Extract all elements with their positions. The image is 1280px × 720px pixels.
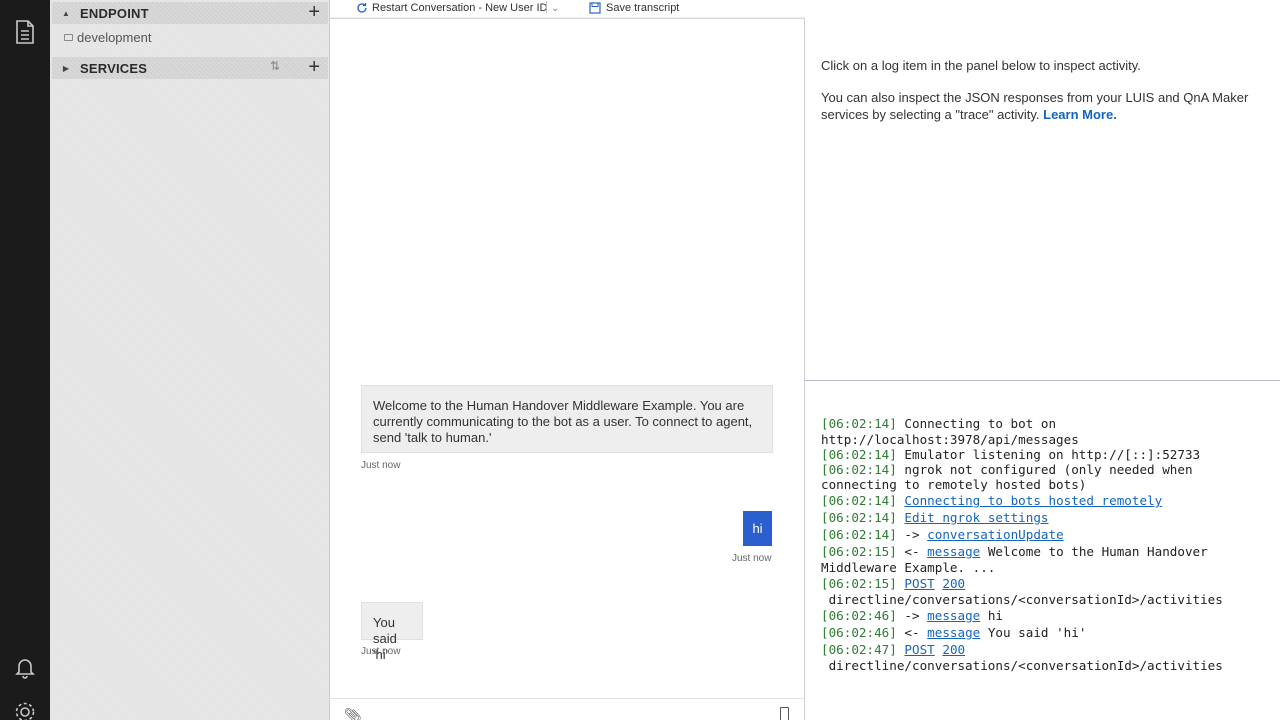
log-time: [06:02:14] [821, 447, 897, 462]
endpoint-item-label: development [77, 30, 152, 45]
toolbar-divider [546, 1, 547, 13]
log-entry[interactable]: [06:02:14] Emulator listening on http://… [821, 447, 1200, 463]
log-entry[interactable]: [06:02:14] Connecting to bots hosted rem… [821, 493, 1162, 509]
send-icon[interactable] [780, 707, 789, 720]
endpoint-section-header[interactable]: ▲ ENDPOINT + [52, 1, 328, 24]
log-text: Welcome to the Human Handover [980, 544, 1208, 559]
log-time: [06:02:46] [821, 625, 897, 640]
message-link[interactable]: message [927, 625, 980, 640]
welcome-timestamp: Just now [361, 460, 401, 471]
chat-panel: Welcome to the Human Handover Middleware… [330, 18, 805, 720]
log-text: You said 'hi' [980, 625, 1087, 640]
log-text: Connecting to bot on [896, 416, 1057, 431]
log-arrow: -> [896, 527, 928, 542]
emulator-window: ▲ ENDPOINT + development ▶ SERVICES ⇅ + … [0, 0, 1280, 720]
caret-down-icon: ▲ [62, 8, 70, 18]
sort-icon[interactable]: ⇅ [270, 59, 280, 73]
log-entry[interactable]: [06:02:14] ngrok not configured (only ne… [821, 462, 1193, 478]
caret-right-icon: ▶ [62, 63, 70, 73]
save-transcript-label: Save transcript [606, 2, 680, 14]
log-time: [06:02:15] [821, 576, 897, 591]
inspector-panel: Click on a log item in the panel below t… [806, 18, 1280, 380]
log-entry-cont: Middleware Example. ... [821, 560, 995, 576]
conversation-toolbar: Restart Conversation - New User ID ⌄ Sav… [330, 0, 805, 18]
gear-icon[interactable] [13, 700, 37, 720]
log-time: [06:02:14] [821, 510, 897, 525]
post-method-link[interactable]: POST [904, 576, 934, 591]
status-code-link[interactable]: 200 [942, 642, 965, 657]
log-entry-cont: directline/conversations/<conversationId… [821, 658, 1223, 674]
save-transcript-button[interactable]: Save transcript [589, 0, 679, 16]
log-time: [06:02:47] [821, 642, 897, 657]
log-text: directline/conversations/<conversationId… [821, 658, 1223, 673]
explorer-sidebar: ▲ ENDPOINT + development ▶ SERVICES ⇅ + [50, 0, 330, 720]
add-service-button[interactable]: + [308, 56, 320, 78]
log-arrow: -> [896, 608, 928, 623]
user-message: hi [743, 511, 772, 546]
log-text: connecting to remotely hosted bots) [821, 477, 1087, 492]
add-endpoint-button[interactable]: + [308, 1, 320, 23]
user-timestamp: Just now [732, 553, 772, 564]
log-text: Emulator listening on http://[::]:52733 [896, 447, 1201, 462]
log-text: directline/conversations/<conversationId… [821, 592, 1223, 607]
restart-icon [357, 3, 367, 13]
services-section-header[interactable]: ▶ SERVICES ⇅ + [52, 56, 328, 79]
log-arrow: <- [896, 625, 928, 640]
inspector-json-hint-text: You can also inspect the JSON responses … [821, 90, 1249, 122]
echo-timestamp: Just now [361, 646, 401, 657]
inspector-json-hint: You can also inspect the JSON responses … [821, 89, 1261, 123]
endpoint-section-title: ENDPOINT [80, 5, 149, 21]
restart-conversation-label: Restart Conversation - New User ID [372, 2, 548, 14]
conversation-update-link[interactable]: conversationUpdate [927, 527, 1063, 542]
edit-ngrok-settings-link[interactable]: Edit ngrok settings [904, 510, 1048, 525]
save-icon [589, 2, 601, 14]
log-arrow: <- [896, 544, 928, 559]
chat-input-bar[interactable]: 📎︎ [330, 698, 804, 720]
bot-echo-message: You said 'hi' [361, 602, 423, 662]
post-method-link[interactable]: POST [904, 642, 934, 657]
log-time: [06:02:46] [821, 608, 897, 623]
message-link[interactable]: message [927, 608, 980, 623]
log-panel: [06:02:14] Connecting to bot on http://l… [806, 381, 1280, 720]
learn-more-link[interactable]: Learn More. [1043, 107, 1117, 122]
log-text: ngrok not configured (only needed when [896, 462, 1193, 477]
connect-remote-bots-link[interactable]: Connecting to bots hosted remotely [904, 493, 1162, 508]
log-time: [06:02:14] [821, 462, 897, 477]
log-entry[interactable]: [06:02:46] -> message hi [821, 608, 1003, 624]
attachment-icon[interactable]: 📎︎ [344, 707, 362, 720]
activity-bar [0, 0, 50, 720]
log-time: [06:02:14] [821, 527, 897, 542]
log-entry[interactable]: [06:02:15] <- message Welcome to the Hum… [821, 544, 1208, 560]
log-time: [06:02:14] [821, 493, 897, 508]
log-entry[interactable]: [06:02:47] POST 200 [821, 642, 965, 658]
message-link[interactable]: message [927, 544, 980, 559]
log-entry[interactable]: [06:02:14] Edit ngrok settings [821, 510, 1048, 526]
log-entry[interactable]: [06:02:46] <- message You said 'hi' [821, 625, 1086, 641]
bell-icon[interactable] [13, 655, 37, 679]
log-text: hi [980, 608, 1003, 623]
log-text: Middleware Example. ... [821, 560, 996, 575]
log-entry-cont: http://localhost:3978/api/messages [821, 432, 1079, 448]
log-entry[interactable]: [06:02:15] POST 200 [821, 576, 965, 592]
endpoint-file-icon [64, 34, 73, 41]
log-entry-cont: connecting to remotely hosted bots) [821, 477, 1086, 493]
restart-conversation-button[interactable]: Restart Conversation - New User ID [356, 0, 547, 16]
endpoint-item-development[interactable]: development [64, 30, 151, 45]
log-entry[interactable]: [06:02:14] Connecting to bot on [821, 416, 1056, 432]
log-time: [06:02:14] [821, 416, 897, 431]
bot-welcome-message: Welcome to the Human Handover Middleware… [361, 385, 773, 453]
restart-options-chevron-icon[interactable]: ⌄ [551, 0, 559, 16]
log-entry[interactable]: [06:02:14] -> conversationUpdate [821, 527, 1064, 543]
services-section-title: SERVICES [80, 60, 148, 76]
log-text: http://localhost:3978/api/messages [821, 432, 1079, 447]
status-code-link[interactable]: 200 [942, 576, 965, 591]
log-time: [06:02:15] [821, 544, 897, 559]
document-icon[interactable] [13, 20, 37, 44]
log-entry-cont: directline/conversations/<conversationId… [821, 592, 1223, 608]
inspector-hint: Click on a log item in the panel below t… [821, 58, 1141, 73]
